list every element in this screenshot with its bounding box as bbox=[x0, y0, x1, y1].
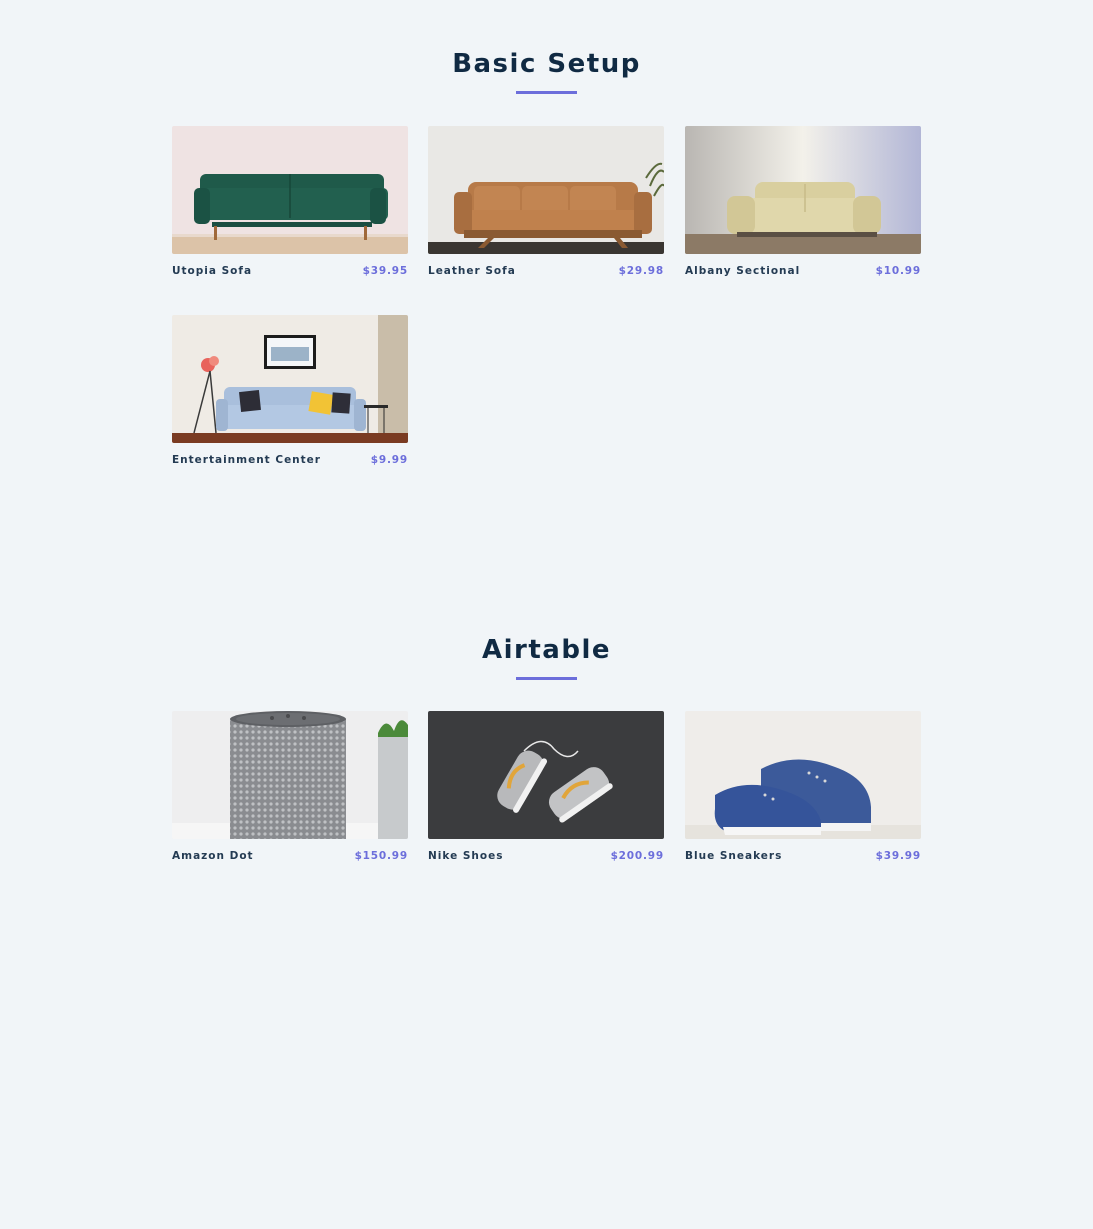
sneakers-image[interactable] bbox=[428, 711, 664, 839]
section-title-airtable: Airtable bbox=[482, 635, 611, 665]
leather-sofa-image[interactable] bbox=[428, 126, 664, 254]
product-name[interactable]: Nike Shoes bbox=[428, 850, 504, 862]
product-card[interactable]: Albany Sectional $10.99 bbox=[685, 126, 921, 278]
product-footer: Entertainment Center $9.99 bbox=[172, 453, 408, 467]
product-card[interactable]: Utopia Sofa $39.95 bbox=[172, 126, 408, 278]
product-name[interactable]: Entertainment Center bbox=[172, 454, 321, 466]
section-title-basic-setup: Basic Setup bbox=[452, 49, 641, 79]
product-name[interactable]: Amazon Dot bbox=[172, 850, 254, 862]
product-card[interactable]: Amazon Dot $150.99 bbox=[172, 711, 408, 863]
product-card[interactable]: Nike Shoes $200.99 bbox=[428, 711, 664, 863]
product-price: $29.98 bbox=[618, 265, 664, 277]
product-card[interactable]: Entertainment Center $9.99 bbox=[172, 315, 408, 467]
product-name[interactable]: Blue Sneakers bbox=[685, 850, 782, 862]
product-price: $39.95 bbox=[362, 265, 408, 277]
product-footer: Albany Sectional $10.99 bbox=[685, 264, 921, 278]
product-card[interactable]: Leather Sofa $29.98 bbox=[428, 126, 664, 278]
product-price: $9.99 bbox=[370, 454, 408, 466]
green-sofa-image[interactable] bbox=[172, 126, 408, 254]
product-price: $200.99 bbox=[610, 850, 664, 862]
product-name[interactable]: Albany Sectional bbox=[685, 265, 800, 277]
product-footer: Amazon Dot $150.99 bbox=[172, 849, 408, 863]
products-page: Basic Setup Utopia Sofa $39.95 Leather S… bbox=[0, 0, 1093, 1229]
living-room-image[interactable] bbox=[172, 315, 408, 443]
blue-shoes-image[interactable] bbox=[685, 711, 921, 839]
product-footer: Blue Sneakers $39.99 bbox=[685, 849, 921, 863]
product-price: $10.99 bbox=[875, 265, 921, 277]
product-footer: Leather Sofa $29.98 bbox=[428, 264, 664, 278]
product-name[interactable]: Leather Sofa bbox=[428, 265, 516, 277]
beige-sofa-image[interactable] bbox=[685, 126, 921, 254]
product-price: $150.99 bbox=[354, 850, 408, 862]
product-card[interactable]: Blue Sneakers $39.99 bbox=[685, 711, 921, 863]
section-title-underline bbox=[516, 91, 577, 94]
smart-speaker-image[interactable] bbox=[172, 711, 408, 839]
product-footer: Utopia Sofa $39.95 bbox=[172, 264, 408, 278]
product-name[interactable]: Utopia Sofa bbox=[172, 265, 252, 277]
product-price: $39.99 bbox=[875, 850, 921, 862]
section-title-underline bbox=[516, 677, 577, 680]
product-footer: Nike Shoes $200.99 bbox=[428, 849, 664, 863]
